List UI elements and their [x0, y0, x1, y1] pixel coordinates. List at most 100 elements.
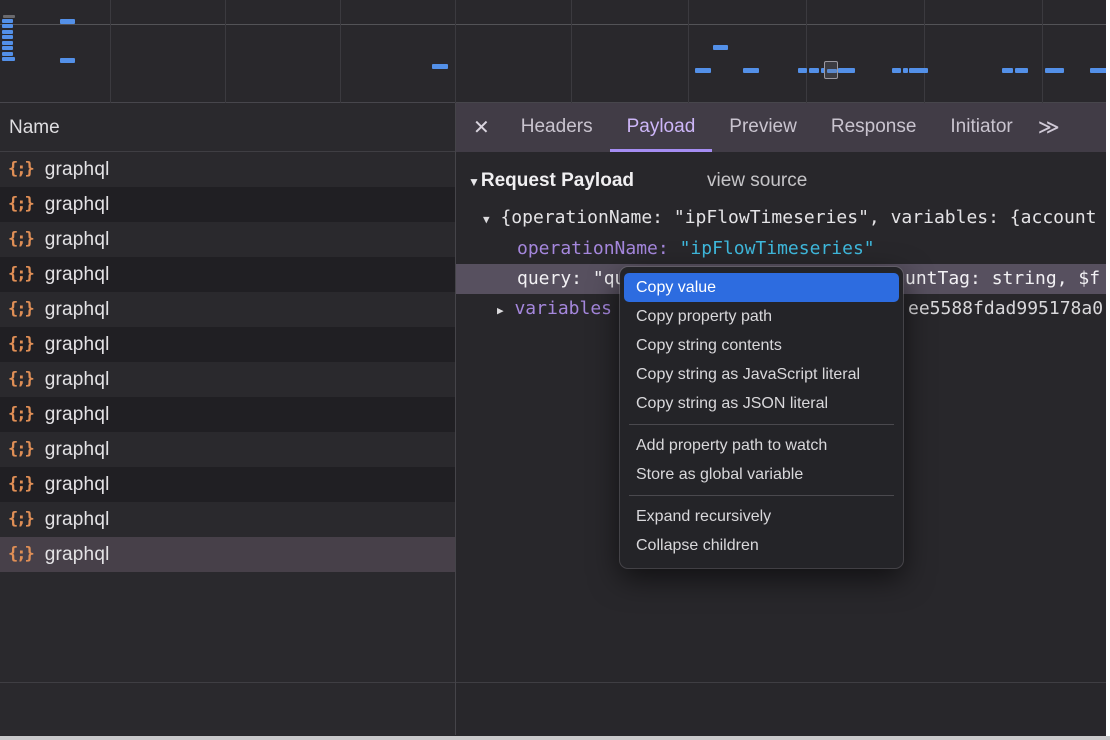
menu-item-store-as-global-variable[interactable]: Store as global variable	[620, 460, 903, 489]
payload-summary-text: {operationName: "ipFlowTimeseries", vari…	[500, 207, 1096, 228]
request-row[interactable]: {;} graphql	[0, 432, 455, 467]
request-name-label: graphql	[45, 292, 110, 327]
screenshot-bottom-edge	[0, 736, 1110, 740]
request-timing-bar	[1002, 68, 1013, 73]
details-tab-bar: ✕ HeadersPayloadPreviewResponseInitiator…	[456, 103, 1106, 152]
json-braces-icon: {;}	[8, 362, 33, 397]
request-timing-bar	[2, 57, 15, 61]
property-key: operationName:	[517, 238, 669, 259]
request-timing-bar	[2, 46, 13, 50]
json-braces-icon: {;}	[8, 502, 33, 537]
menu-item-copy-property-path[interactable]: Copy property path	[620, 302, 903, 331]
tab-response[interactable]: Response	[814, 103, 934, 152]
request-timing-bar	[2, 35, 13, 39]
details-tabs: HeadersPayloadPreviewResponseInitiator	[504, 103, 1030, 152]
json-braces-icon: {;}	[8, 187, 33, 222]
operation-name-row[interactable]: operationName: "ipFlowTimeseries"	[456, 234, 1106, 264]
json-braces-icon: {;}	[8, 292, 33, 327]
request-row[interactable]: {;}graphql	[0, 327, 455, 362]
overview-gridline	[806, 0, 807, 103]
variables-row-right-text: ee5588fdad995178a0	[908, 294, 1103, 324]
menu-item-copy-value[interactable]: Copy value	[624, 273, 899, 302]
json-braces-icon: {;}	[8, 432, 33, 467]
request-timing-bar	[809, 68, 819, 73]
overview-gridline	[110, 0, 111, 103]
payload-root-row[interactable]: ▼ {operationName: "ipFlowTimeseries", va…	[456, 203, 1106, 233]
request-row[interactable]: {;}graphql	[0, 467, 455, 502]
close-icon[interactable]: ✕	[473, 115, 490, 140]
section-collapse-icon[interactable]: ▼	[468, 175, 480, 189]
request-timing-bar	[838, 68, 855, 73]
request-timing-bar	[1090, 68, 1106, 73]
request-row[interactable]: {;}graphql	[0, 222, 455, 257]
name-column-header[interactable]: Name	[0, 103, 455, 152]
json-braces-icon: {;}	[8, 257, 33, 292]
request-timing-bar	[3, 15, 15, 18]
request-row[interactable]: {;} graphql	[0, 397, 455, 432]
property-value: "ipFlowTimeseries"	[680, 238, 875, 259]
request-timing-bar	[2, 19, 13, 23]
request-timing-bar	[432, 64, 448, 69]
json-braces-icon: {;}	[8, 152, 33, 187]
request-name-label: graphql	[45, 362, 110, 397]
more-tabs-icon[interactable]: ≫	[1038, 115, 1058, 140]
devtools-network-panel: Name {;} graphql {;} graphql {;} graphql {;} gr…	[0, 0, 1106, 736]
request-timing-bar	[2, 52, 13, 56]
network-overview-timeline[interactable]	[0, 0, 1106, 103]
variables-key: variables	[514, 298, 612, 319]
tab-payload[interactable]: Payload	[610, 103, 713, 152]
request-name-label: graphql	[45, 327, 110, 362]
menu-item-copy-string-contents[interactable]: Copy string contents	[620, 331, 903, 360]
menu-divider	[629, 424, 894, 425]
tab-headers[interactable]: Headers	[504, 103, 610, 152]
request-name-label: graphql	[45, 537, 110, 572]
root-expand-icon[interactable]: ▼	[483, 213, 490, 226]
overview-gridline	[1042, 0, 1043, 103]
name-column-label: Name	[9, 117, 60, 138]
menu-item-collapse-children[interactable]: Collapse children	[620, 531, 903, 560]
request-row[interactable]: {;}graphql	[0, 257, 455, 292]
request-row[interactable]: {;} graphql	[0, 187, 455, 222]
json-braces-icon: {;}	[8, 397, 33, 432]
request-name-label: graphql	[45, 432, 110, 467]
request-timing-bar	[892, 68, 901, 73]
request-timing-bar	[60, 58, 75, 63]
request-timing-bar	[1045, 68, 1064, 73]
request-name-label: graphql	[45, 152, 110, 187]
request-name-label: graphql	[45, 467, 110, 502]
menu-item-copy-string-as-json-literal[interactable]: Copy string as JSON literal	[620, 389, 903, 418]
request-timing-bar	[2, 30, 13, 34]
request-name-label: graphql	[45, 502, 110, 537]
request-row[interactable]: {;} graphql	[0, 152, 455, 187]
context-menu: Copy valueCopy property pathCopy string …	[620, 267, 903, 568]
request-row[interactable]: {;} graphql	[0, 502, 455, 537]
overview-gridline	[455, 0, 456, 103]
request-name-label: graphql	[45, 397, 110, 432]
request-row[interactable]: {;} graphql	[0, 362, 455, 397]
tab-preview[interactable]: Preview	[712, 103, 814, 152]
devtools-window: Name {;} graphql {;} graphql {;} graphql {;} gr…	[0, 0, 1110, 740]
overview-gridline	[571, 0, 572, 103]
overview-gridline	[225, 0, 226, 103]
overview-gridline	[340, 0, 341, 103]
menu-item-expand-recursively[interactable]: Expand recursively	[620, 502, 903, 531]
panel-splitter[interactable]	[455, 103, 456, 735]
request-name-label: graphql	[45, 187, 110, 222]
menu-item-add-property-path-to-watch[interactable]: Add property path to watch	[620, 431, 903, 460]
json-braces-icon: {;}	[8, 537, 33, 572]
request-timing-bar	[60, 19, 75, 24]
request-payload-section-header[interactable]: ▼Request Payload	[456, 166, 634, 196]
menu-divider	[629, 495, 894, 496]
overview-horizontal-gridline	[0, 24, 1106, 25]
json-braces-icon: {;}	[8, 222, 33, 257]
menu-item-copy-string-as-javascript-literal[interactable]: Copy string as JavaScript literal	[620, 360, 903, 389]
view-source-link[interactable]: view source	[707, 166, 807, 196]
overview-gridline	[924, 0, 925, 103]
request-timing-bar	[743, 68, 759, 73]
tab-initiator[interactable]: Initiator	[933, 103, 1029, 152]
request-row[interactable]: {;} graphql	[0, 292, 455, 327]
request-timing-bar	[798, 68, 807, 73]
variables-expand-icon[interactable]: ▶	[497, 304, 504, 317]
request-row-selected[interactable]: {;} graphql	[0, 537, 455, 572]
query-row-right-text: untTag: string, $f	[905, 264, 1100, 294]
